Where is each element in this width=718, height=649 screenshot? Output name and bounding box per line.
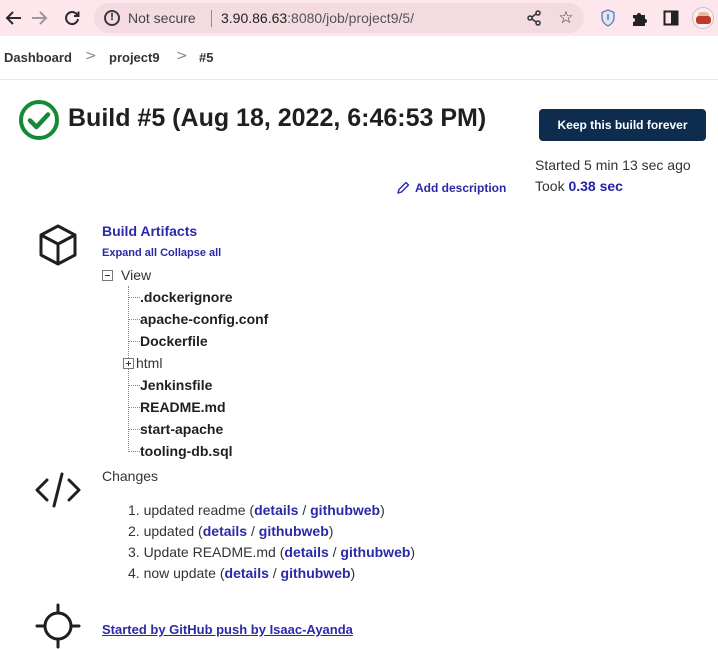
change-message: 3. Update README.md (	[128, 544, 285, 560]
warning-icon[interactable]: !	[104, 10, 120, 26]
breadcrumb: Dashboard > project9 > #5	[0, 36, 718, 80]
url-text[interactable]: 3.90.86.63:8080/job/project9/5/	[221, 10, 414, 26]
change-item: 3. Update README.md (details / githubweb…	[128, 544, 415, 565]
change-githubweb-link[interactable]: githubweb	[281, 565, 351, 581]
close-paren: )	[328, 523, 334, 539]
forward-arrow-icon[interactable]	[27, 6, 51, 30]
url-path: :8080/job/project9/5/	[287, 10, 415, 26]
security-label[interactable]: Not secure	[128, 10, 196, 26]
change-details-link[interactable]: details	[203, 523, 247, 539]
change-githubweb-link[interactable]: githubweb	[259, 523, 329, 539]
tree-file: .dockerignore	[128, 288, 233, 306]
chevron-right-icon: >	[176, 48, 188, 64]
link-separator: /	[268, 565, 281, 581]
success-check-icon	[19, 100, 59, 140]
change-details-link[interactable]: details	[254, 502, 298, 518]
close-paren: )	[380, 502, 385, 518]
keep-build-forever-button[interactable]: Keep this build forever	[539, 109, 706, 141]
tree-file: README.md	[128, 398, 226, 416]
change-item: 2. updated (details / githubweb)	[128, 523, 415, 544]
crosshair-icon	[35, 603, 81, 649]
build-started-ago: Started 5 min 13 sec ago	[535, 157, 691, 173]
side-panel-icon[interactable]	[659, 6, 683, 30]
change-item: 4. now update (details / githubweb)	[128, 565, 415, 586]
breadcrumb-project[interactable]: project9	[109, 50, 160, 65]
link-separator: /	[247, 523, 259, 539]
chevron-right-icon: >	[85, 48, 97, 64]
close-paren: )	[350, 565, 356, 581]
change-item: 1. updated readme (details / githubweb)	[128, 502, 415, 523]
breadcrumb-dashboard[interactable]: Dashboard	[4, 50, 72, 65]
artifact-file-link[interactable]: apache-config.conf	[140, 311, 268, 327]
tree-file: apache-config.conf	[128, 310, 268, 328]
page-title: Build #5 (Aug 18, 2022, 6:46:53 PM)	[68, 104, 487, 132]
changes-heading: Changes	[102, 468, 159, 484]
package-box-icon	[39, 224, 77, 266]
change-message: 1. updated readme (	[128, 502, 255, 518]
expand-all-link[interactable]: Expand all	[102, 247, 157, 259]
change-message: 2. updated (	[128, 523, 203, 539]
artifact-file-link[interactable]: start-apache	[140, 421, 223, 437]
artifact-file-link[interactable]: .dockerignore	[140, 289, 233, 305]
back-arrow-icon[interactable]	[2, 6, 26, 30]
tree-file: start-apache	[128, 420, 223, 438]
close-paren: )	[410, 544, 416, 560]
profile-avatar[interactable]	[692, 7, 714, 29]
build-duration-label: Took	[535, 178, 565, 194]
build-artifacts-link[interactable]: Build Artifacts	[102, 223, 197, 239]
shield-extension-icon[interactable]	[596, 6, 620, 30]
code-icon	[35, 472, 81, 508]
browser-toolbar: ! Not secure 3.90.86.63:8080/job/project…	[0, 0, 718, 36]
add-description-link[interactable]: Add description	[396, 181, 506, 195]
star-icon[interactable]: ☆	[555, 7, 577, 29]
link-separator: /	[328, 544, 341, 560]
expand-toggle-icon[interactable]	[123, 357, 134, 369]
puzzle-icon[interactable]	[627, 6, 651, 30]
tree-file: Dockerfile	[128, 332, 208, 350]
change-githubweb-link[interactable]: githubweb	[310, 502, 380, 518]
change-githubweb-link[interactable]: githubweb	[340, 544, 410, 560]
tree-controls: Expand all Collapse all	[102, 247, 221, 259]
tree-root-view: View	[102, 266, 151, 284]
collapse-toggle-icon[interactable]	[102, 269, 113, 281]
artifact-file-link[interactable]: Dockerfile	[140, 333, 208, 349]
changes-list: 1. updated readme (details / githubweb) …	[128, 502, 415, 586]
tree-root-label[interactable]: View	[121, 267, 151, 283]
share-icon[interactable]	[523, 7, 545, 29]
artifact-file-link[interactable]: README.md	[140, 399, 226, 415]
collapse-all-link[interactable]: Collapse all	[160, 247, 221, 259]
build-cause-link[interactable]: Started by GitHub push by Isaac-Ayanda	[102, 622, 353, 637]
change-details-link[interactable]: details	[225, 565, 269, 581]
artifact-file-link[interactable]: Jenkinsfile	[140, 377, 212, 393]
breadcrumb-build[interactable]: #5	[199, 50, 213, 65]
address-divider	[211, 10, 212, 27]
artifact-file-link[interactable]: tooling-db.sql	[140, 443, 233, 459]
build-duration: Took 0.38 sec	[535, 178, 623, 194]
add-description-label: Add description	[415, 181, 507, 195]
tree-folder: html	[123, 354, 162, 372]
pencil-icon	[397, 181, 410, 194]
address-bar[interactable]: ! Not secure 3.90.86.63:8080/job/project…	[94, 3, 584, 33]
link-separator: /	[298, 502, 311, 518]
build-duration-value[interactable]: 0.38 sec	[568, 178, 623, 194]
url-host: 3.90.86.63	[221, 10, 288, 26]
reload-icon[interactable]	[60, 6, 84, 30]
artifact-folder-link[interactable]: html	[136, 355, 162, 371]
tree-file: tooling-db.sql	[128, 442, 233, 460]
tree-file: Jenkinsfile	[128, 376, 212, 394]
change-message: 4. now update (	[128, 565, 225, 581]
change-details-link[interactable]: details	[284, 544, 328, 560]
